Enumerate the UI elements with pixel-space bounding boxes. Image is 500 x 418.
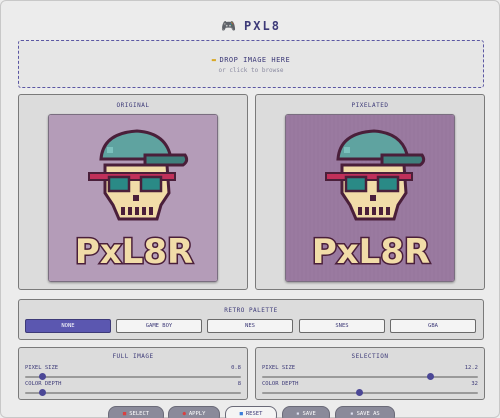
dropzone-subtitle: or click to browse: [218, 67, 284, 74]
select-icon: ■: [122, 411, 127, 417]
full-pixel-size-slider[interactable]: [25, 373, 241, 380]
full-pixel-size-thumb[interactable]: [38, 373, 46, 380]
sel-color-depth-label: COLOR DEPTH: [262, 381, 299, 387]
skull-artwork-pixelated: PxL8R: [286, 115, 454, 281]
apply-button[interactable]: ● APPLY: [168, 406, 220, 418]
palette-gba-button[interactable]: GBA: [390, 319, 476, 333]
dropzone-title: ▬ DROP IMAGE HERE: [211, 56, 291, 64]
app-title: 🎮 PXL8: [221, 19, 281, 33]
action-bar: ■ SELECT ● APPLY ■ RESET ▪ SAVE ▪ SAVE AS: [1, 406, 500, 418]
folder-icon: ▬: [211, 56, 217, 64]
sel-color-depth-value: 32: [471, 381, 478, 387]
full-color-depth-value: 8: [237, 381, 241, 387]
palette-snes-button[interactable]: SNES: [299, 319, 385, 333]
app-window: 🎮 PXL8 ▬ DROP IMAGE HERE or click to brows…: [0, 0, 500, 418]
sel-pixel-size-thumb[interactable]: [426, 373, 434, 380]
pixelated-panel: PIXELATED PxL8R: [255, 94, 485, 290]
save-icon: ▪: [296, 411, 300, 417]
art-logo-text: PxL8R: [312, 232, 430, 272]
skull-tooth-gap: [358, 207, 362, 215]
skull-tooth-gap: [372, 207, 376, 215]
cap-highlight: [107, 147, 113, 153]
original-panel: ORIGINAL PxL8R: [18, 94, 248, 290]
sel-color-depth-slider[interactable]: [262, 389, 478, 396]
full-color-depth-slider[interactable]: [25, 389, 241, 396]
sel-pixel-size-label: PIXEL SIZE: [262, 365, 296, 371]
skull-tooth-gap: [121, 207, 125, 215]
palette-nes-button[interactable]: NES: [207, 319, 293, 333]
skull-tooth-gap: [128, 207, 132, 215]
glasses-lens-left: [344, 175, 368, 193]
select-button[interactable]: ■ SELECT: [108, 406, 164, 418]
save-as-icon: ▪: [350, 411, 354, 417]
skull-nose: [133, 195, 139, 201]
selection-title: SELECTION: [351, 353, 389, 360]
full-image-title: FULL IMAGE: [112, 353, 154, 360]
apply-icon: ●: [182, 411, 186, 417]
sel-color-depth-thumb[interactable]: [355, 389, 363, 396]
glasses-lens-right: [376, 175, 400, 193]
full-color-depth-label: COLOR DEPTH: [25, 381, 62, 387]
save-as-button[interactable]: ▪ SAVE AS: [335, 406, 395, 418]
sel-pixel-size-value: 12.2: [464, 365, 478, 371]
gamepad-icon: 🎮: [221, 19, 239, 33]
original-label: ORIGINAL: [116, 102, 150, 109]
palette-gameboy-button[interactable]: GAME BOY: [116, 319, 202, 333]
glasses-lens-left: [107, 175, 131, 193]
skull-artwork: PxL8R: [49, 115, 217, 281]
save-button[interactable]: ▪ SAVE: [282, 406, 330, 418]
art-logo-text: PxL8R: [75, 232, 193, 272]
cap-highlight: [344, 147, 350, 153]
skull-tooth-gap: [379, 207, 383, 215]
glasses-lens-right: [139, 175, 163, 193]
skull-tooth-gap: [135, 207, 139, 215]
palette-label: RETRO PALETTE: [224, 307, 278, 314]
full-pixel-size-value: 0.8: [231, 365, 241, 371]
palette-none-button[interactable]: NONE: [25, 319, 111, 333]
image-dropzone[interactable]: ▬ DROP IMAGE HERE or click to browse: [18, 40, 484, 88]
reset-icon: ■: [239, 411, 243, 417]
full-image-panel: FULL IMAGE PIXEL SIZE 0.8 COLOR DEPTH 8: [18, 347, 248, 400]
selection-panel: SELECTION PIXEL SIZE 12.2 COLOR DEPTH 32: [255, 347, 485, 400]
full-color-depth-thumb[interactable]: [38, 389, 46, 396]
pixelated-label: PIXELATED: [351, 102, 389, 109]
full-pixel-size-label: PIXEL SIZE: [25, 365, 59, 371]
reset-button[interactable]: ■ RESET: [225, 406, 277, 418]
skull-nose: [370, 195, 376, 201]
skull-tooth-gap: [142, 207, 146, 215]
skull-tooth-gap: [149, 207, 153, 215]
original-image[interactable]: PxL8R: [48, 114, 218, 282]
pixelated-image[interactable]: PxL8R: [285, 114, 455, 282]
retro-palette-panel: RETRO PALETTE NONE GAME BOY NES SNES GBA: [18, 299, 484, 340]
skull-tooth-gap: [365, 207, 369, 215]
skull-tooth-gap: [386, 207, 390, 215]
sel-pixel-size-slider[interactable]: [262, 373, 478, 380]
